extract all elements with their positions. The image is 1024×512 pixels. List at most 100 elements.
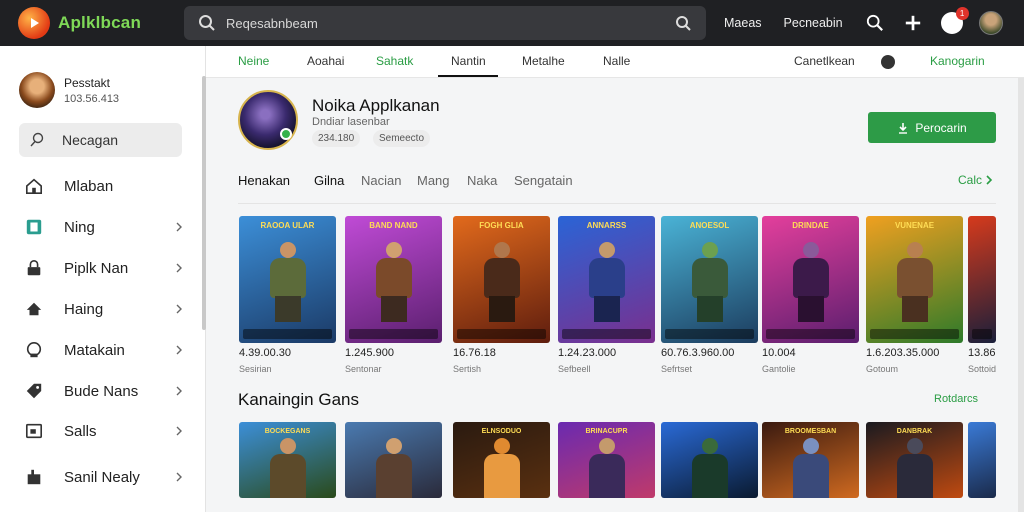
game-cat-3: Sefbeell <box>558 364 591 374</box>
sidebar-item-0[interactable]: Mlaban <box>24 171 184 201</box>
section-link[interactable]: Rotdarcs <box>934 393 978 405</box>
category-4[interactable]: Naka <box>467 173 497 188</box>
sidebar-item-6[interactable]: Salls <box>24 416 184 446</box>
app-icon <box>238 90 298 150</box>
notification-badge: 1 <box>955 7 969 20</box>
game-card-row2-4[interactable] <box>661 422 758 498</box>
game-card-5[interactable]: DRINDAE <box>762 216 859 343</box>
section-link-label: Rotdarcs <box>934 393 979 405</box>
game-num-1: 1.245.900 <box>345 347 394 359</box>
tab-2[interactable]: Sahatk <box>376 54 413 68</box>
game-card-row2-3[interactable]: BRINACUPR <box>558 422 655 498</box>
game-card-title: ANOESOL <box>689 221 730 230</box>
download-icon <box>899 122 908 134</box>
game-card-row2-0[interactable]: BOCKEGANS <box>239 422 336 498</box>
game-cat-6: Gotoum <box>866 364 899 374</box>
game-card-title: BRINACUPR <box>585 428 628 435</box>
profile-sub: 103.56.413 <box>64 92 120 105</box>
sidebar-item-1[interactable]: Ning <box>24 212 184 242</box>
sidebar-item-label: Mlaban <box>64 177 114 195</box>
game-card-title: RAOOA ULAR <box>260 221 315 230</box>
search-bar[interactable]: Reqesabnbeam <box>184 6 706 40</box>
chevron-right-icon <box>176 345 182 355</box>
sidebar-item-label: Bude Nans <box>64 382 139 400</box>
game-num-5: 10.004 <box>762 347 796 359</box>
sidebar: Pesstakt 103.56.413 Necagan Mlaban Ning … <box>0 46 206 512</box>
tab-4[interactable]: Metalhe <box>522 54 565 68</box>
sidebar-search-label: Necagan <box>62 132 119 148</box>
app-pill-2: Semeecto <box>373 130 431 147</box>
top-link-1[interactable]: Maeas <box>724 16 762 30</box>
game-card-row2-7[interactable] <box>968 422 996 498</box>
tab-5[interactable]: Nalle <box>603 54 630 68</box>
search-input[interactable]: Reqesabnbeam <box>226 16 674 31</box>
tab-search-icon[interactable] <box>881 55 895 69</box>
game-cat-4: Sefrtset <box>661 364 693 374</box>
search-submit-icon[interactable] <box>674 14 692 32</box>
search-icon <box>30 132 44 147</box>
category-3[interactable]: Mang <box>417 173 450 188</box>
tab-6[interactable]: Canetlkean <box>794 54 855 68</box>
search-icon[interactable] <box>865 13 885 33</box>
app-logo[interactable]: Aplklbcan <box>18 7 178 39</box>
category-0[interactable]: Henakan <box>238 173 290 188</box>
game-card-row2-6[interactable]: DANBRAK <box>866 422 963 498</box>
chevron-right-icon <box>176 263 182 273</box>
search-icon <box>199 15 215 31</box>
install-label: Perocarin <box>915 120 967 135</box>
game-card-1[interactable]: BAND NAND <box>345 216 442 343</box>
verified-icon <box>280 128 292 140</box>
play-logo-icon <box>18 7 50 39</box>
install-button[interactable]: Perocarin <box>868 112 996 143</box>
category-1[interactable]: Gilna <box>314 173 344 188</box>
profile-avatar <box>19 72 55 108</box>
category-2[interactable]: Nacian <box>361 173 401 188</box>
game-card-row2-2[interactable]: ELNSODUO <box>453 422 550 498</box>
sidebar-item-5[interactable]: Bude Nans <box>24 376 184 406</box>
tab-1[interactable]: Aoahai <box>307 54 344 68</box>
game-card-title: ANNARSS <box>586 221 627 230</box>
see-all-label: Calc <box>958 173 983 187</box>
box-icon <box>24 421 44 441</box>
game-card-title: DANBRAK <box>896 428 933 435</box>
sidebar-scrollbar[interactable] <box>202 76 206 330</box>
game-card-3[interactable]: ANNARSS <box>558 216 655 343</box>
app-title: Noika Applkanan <box>312 96 440 115</box>
shop-icon <box>24 467 44 487</box>
game-card-title: DRINDAE <box>792 221 829 230</box>
profile[interactable]: Pesstakt 103.56.413 <box>19 72 119 108</box>
game-card-6[interactable]: VUNENAE <box>866 216 963 343</box>
game-card-row2-5[interactable]: BROOMESBAN <box>762 422 859 498</box>
tab-7[interactable]: Kanogarin <box>930 54 985 68</box>
logo-text: Aplklbcan <box>58 13 142 32</box>
game-card-7[interactable] <box>968 216 996 343</box>
top-link-2[interactable]: Pecneabin <box>784 16 843 30</box>
category-5[interactable]: Sengatain <box>514 173 573 188</box>
app-pill-1: 234.180 <box>312 130 361 147</box>
sidebar-item-7[interactable]: Sanil Nealy <box>24 462 184 492</box>
tab-0[interactable]: Neine <box>238 54 269 68</box>
sidebar-item-3[interactable]: Haing <box>24 294 184 324</box>
chevron-right-icon <box>176 304 182 314</box>
game-card-row2-1[interactable] <box>345 422 442 498</box>
notification-icon[interactable]: 1 <box>940 7 969 34</box>
user-avatar[interactable] <box>978 11 1003 35</box>
sidebar-search[interactable]: Necagan <box>19 123 182 157</box>
see-all-link[interactable]: Calc <box>958 173 993 187</box>
sidebar-item-4[interactable]: Matakain <box>24 335 184 365</box>
sidebar-item-2[interactable]: Piplk Nan <box>24 253 184 283</box>
game-num-0: 4.39.00.30 <box>239 347 291 359</box>
game-card-0[interactable]: RAOOA ULAR <box>239 216 336 343</box>
tab-3[interactable]: Nantin <box>451 54 486 68</box>
game-card-4[interactable]: ANOESOL <box>661 216 758 343</box>
home-icon <box>24 176 44 196</box>
profile-name: Pesstakt <box>64 75 111 90</box>
game-num-3: 1.24.23.000 <box>558 347 617 359</box>
chevron-right-icon <box>176 426 182 436</box>
game-card-2[interactable]: FOGH GLIA <box>453 216 550 343</box>
main-scrollbar[interactable] <box>1018 78 1024 512</box>
game-cat-7: Sottoid <box>968 364 996 374</box>
game-cat-2: Sertish <box>453 364 482 374</box>
plus-icon[interactable] <box>903 13 923 33</box>
game-cat-1: Sentonar <box>345 364 382 374</box>
